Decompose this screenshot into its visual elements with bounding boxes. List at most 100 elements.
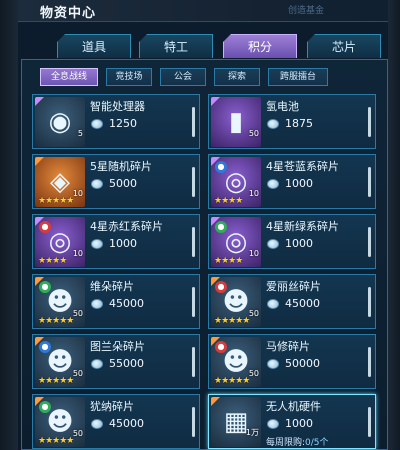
- card-edge-highlight: [368, 107, 371, 137]
- item-count: 5: [77, 129, 83, 138]
- item-name: 4星苍蓝系碎片: [266, 160, 339, 173]
- item-thumbnail: ▮ 50: [211, 97, 261, 147]
- subtab-guild[interactable]: 公会: [160, 68, 206, 86]
- item-thumbnail: ◎ ● 10 ★★★★: [35, 217, 85, 267]
- element-badge-icon: ●: [39, 221, 51, 233]
- item-price: 50000: [285, 357, 320, 370]
- item-price: 45000: [285, 297, 320, 310]
- item-card[interactable]: ◎ ● 10 ★★★★ 4星苍蓝系碎片 1000: [208, 154, 376, 209]
- subtab-cross-arena[interactable]: 跨服擂台: [268, 68, 328, 86]
- subtab-holo-front[interactable]: 全息战线: [40, 68, 98, 86]
- currency-coin-icon: [91, 119, 103, 129]
- star-rating: ★★★★★: [214, 316, 250, 326]
- item-count: 10: [248, 189, 259, 198]
- item-count: 50: [248, 369, 259, 378]
- item-price: 45000: [109, 297, 144, 310]
- item-thumbnail: ☻ ● 50 ★★★★★: [35, 337, 85, 387]
- item-thumbnail: ◎ ● 10 ★★★★: [211, 217, 261, 267]
- sub-tabs: 全息战线 竞技场 公会 探索 跨服擂台: [40, 68, 340, 86]
- card-edge-highlight: [368, 167, 371, 197]
- item-card[interactable]: ☻ ● 50 ★★★★★ 爱丽丝碎片 45000: [208, 274, 376, 329]
- purchase-limit: 每周限购:0/5个: [266, 435, 329, 448]
- item-thumbnail: ☻ ● 50 ★★★★★: [211, 337, 261, 387]
- item-card[interactable]: ◎ ● 10 ★★★★ 4星赤红系碎片 1000: [32, 214, 200, 269]
- item-card[interactable]: ◈ 10 ★★★★★ 5星随机碎片 5000: [32, 154, 200, 209]
- main-tabs: 道具 特工 积分 芯片: [57, 34, 387, 58]
- currency-coin-icon: [91, 419, 103, 429]
- item-card[interactable]: ☻ ● 50 ★★★★★ 犹纳碎片 45000: [32, 394, 200, 449]
- card-edge-highlight: [192, 347, 195, 377]
- element-badge-icon: ●: [39, 341, 51, 353]
- item-price: 1000: [285, 417, 313, 430]
- element-badge-icon: ●: [215, 221, 227, 233]
- quality-corner: [211, 397, 220, 406]
- item-card[interactable]: ☻ ● 50 ★★★★★ 维朵碎片 45000: [32, 274, 200, 329]
- currency-coin-icon: [267, 299, 279, 309]
- item-count: 1万: [245, 428, 259, 437]
- currency-coin-icon: [267, 239, 279, 249]
- item-card[interactable]: ◉ 5 智能处理器 1250: [32, 94, 200, 149]
- item-price: 1000: [285, 237, 313, 250]
- limit-label: 每周限购:: [266, 438, 306, 448]
- item-thumbnail: ◉ 5: [35, 97, 85, 147]
- item-price: 1000: [109, 237, 137, 250]
- star-rating: ★★★★: [214, 256, 243, 266]
- item-price: 1250: [109, 117, 137, 130]
- item-card[interactable]: ☻ ● 50 ★★★★★ 马修碎片 50000: [208, 334, 376, 389]
- item-thumbnail: ◎ ● 10 ★★★★: [211, 157, 261, 207]
- tab-chips[interactable]: 芯片: [307, 34, 381, 58]
- quality-corner: [35, 157, 44, 166]
- card-edge-highlight: [192, 407, 195, 437]
- currency-coin-icon: [91, 359, 103, 369]
- item-card[interactable]: ◎ ● 10 ★★★★ 4星新绿系碎片 1000: [208, 214, 376, 269]
- element-badge-icon: ●: [215, 161, 227, 173]
- item-thumbnail: ☻ ● 50 ★★★★★: [35, 277, 85, 327]
- item-name: 4星赤红系碎片: [90, 220, 163, 233]
- item-thumbnail: ☻ ● 50 ★★★★★: [211, 277, 261, 327]
- card-edge-highlight: [192, 227, 195, 257]
- item-name: 图兰朵碎片: [90, 340, 145, 353]
- tab-points[interactable]: 积分: [223, 34, 297, 58]
- item-count: 50: [72, 429, 83, 438]
- item-price: 1000: [285, 177, 313, 190]
- item-grid: ◉ 5 智能处理器 1250 ▮ 50 氢电池 1875 ◈ 10 ★★★★★ 5星随机碎片 5000 ◎…: [32, 94, 380, 450]
- item-card[interactable]: ☻ ● 50 ★★★★★ 图兰朵碎片 55000: [32, 334, 200, 389]
- tab-agents[interactable]: 特工: [139, 34, 213, 58]
- item-count: 50: [72, 369, 83, 378]
- item-price: 55000: [109, 357, 144, 370]
- item-count: 10: [248, 249, 259, 258]
- quality-corner: [211, 97, 220, 106]
- currency-coin-icon: [91, 239, 103, 249]
- card-edge-highlight: [192, 287, 195, 317]
- item-name: 5星随机碎片: [90, 160, 152, 173]
- quality-corner: [35, 97, 44, 106]
- card-edge-highlight: [368, 287, 371, 317]
- item-price: 1875: [285, 117, 313, 130]
- star-rating: ★★★★★: [214, 376, 250, 386]
- tab-items[interactable]: 道具: [57, 34, 131, 58]
- card-edge-highlight: [368, 347, 371, 377]
- item-name: 爱丽丝碎片: [266, 280, 321, 293]
- star-rating: ★★★★★: [38, 196, 74, 206]
- card-edge-highlight: [192, 167, 195, 197]
- item-count: 50: [248, 309, 259, 318]
- limit-value: 0/5个: [305, 438, 329, 448]
- item-card[interactable]: ▮ 50 氢电池 1875: [208, 94, 376, 149]
- item-name: 4星新绿系碎片: [266, 220, 339, 233]
- star-rating: ★★★★★: [38, 316, 74, 326]
- item-thumbnail: ◈ 10 ★★★★★: [35, 157, 85, 207]
- item-name: 智能处理器: [90, 100, 145, 113]
- star-rating: ★★★★★: [38, 376, 74, 386]
- subtab-explore[interactable]: 探索: [214, 68, 260, 86]
- star-rating: ★★★★: [214, 196, 243, 206]
- item-card[interactable]: ▦ 1万 无人机硬件 1000 每周限购:0/5个: [208, 394, 376, 449]
- subtab-arena[interactable]: 竞技场: [106, 68, 152, 86]
- item-name: 维朵碎片: [90, 280, 134, 293]
- item-price: 5000: [109, 177, 137, 190]
- card-edge-highlight: [368, 407, 371, 437]
- item-name: 无人机硬件: [266, 400, 321, 413]
- item-count: 50: [72, 309, 83, 318]
- right-border: [388, 0, 400, 450]
- item-price: 45000: [109, 417, 144, 430]
- currency-coin-icon: [267, 119, 279, 129]
